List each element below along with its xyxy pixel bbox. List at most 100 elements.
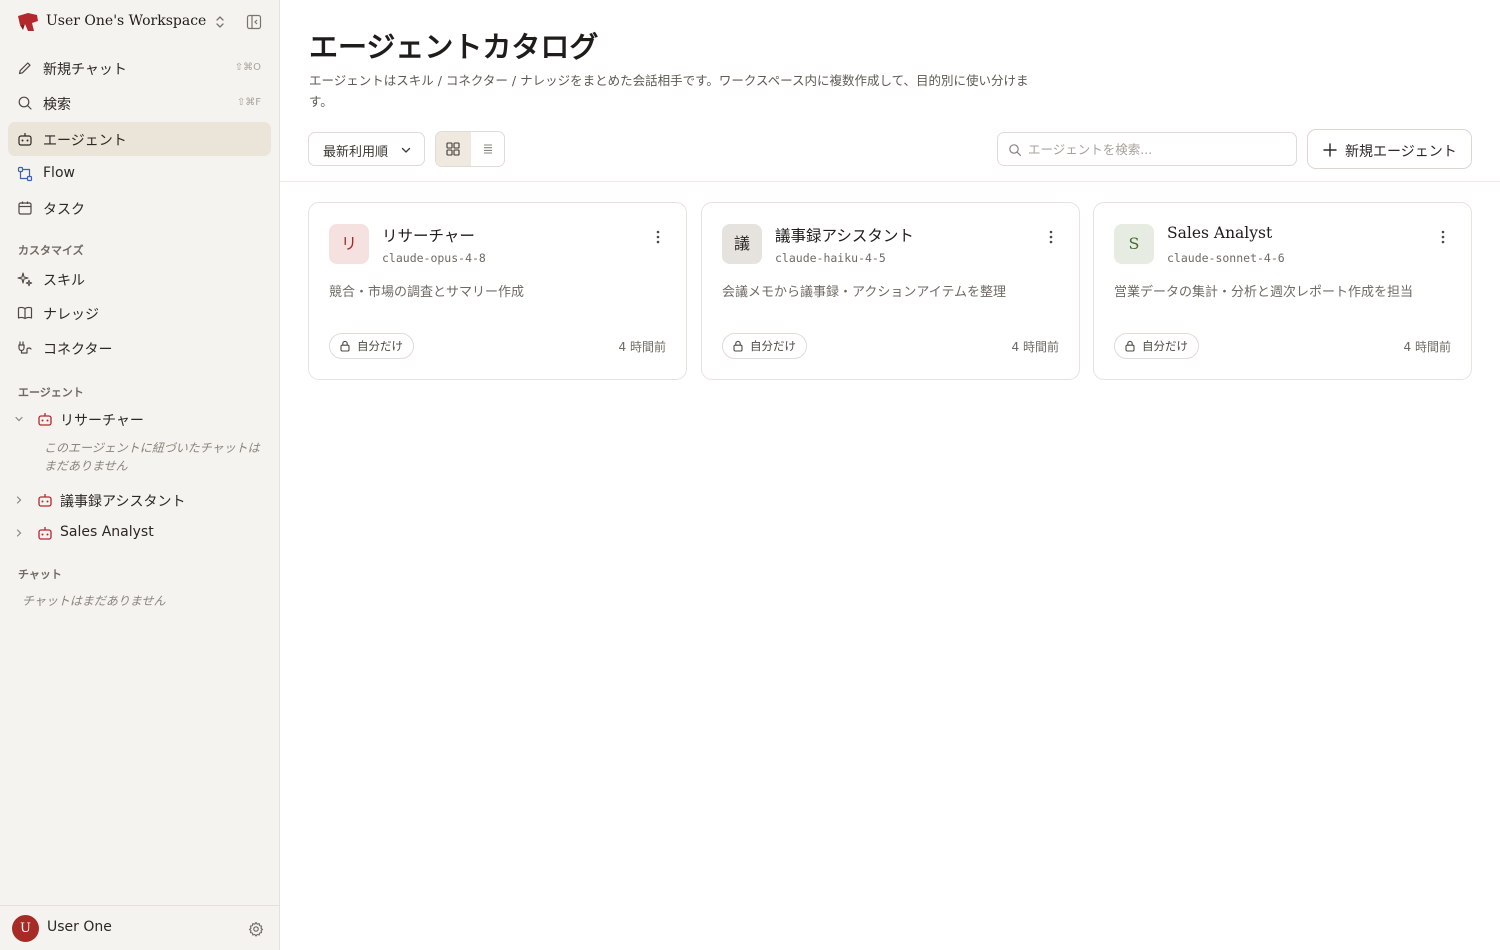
section-agents: エージェント [18,386,84,399]
flow-icon [17,166,33,182]
chevron-up-down-icon[interactable] [213,14,227,30]
nav-tasks[interactable]: タスク [8,191,271,225]
view-toggle [435,131,505,167]
list-view-button[interactable] [471,132,504,166]
agent-search [997,132,1297,166]
nav-agents-label: エージェント [43,133,127,149]
agent-name: リサーチャー [382,227,475,245]
grid-icon [446,142,460,156]
agent-model: claude-haiku-4-5 [775,251,886,265]
robot-icon [38,413,52,426]
agent-card[interactable]: S Sales Analyst claude-sonnet-4-6 営業データの集計・… [1093,202,1472,380]
nav-new-chat[interactable]: 新規チャット ⇧⌘O [8,51,271,85]
agent-avatar: 議 [722,224,762,264]
nav-agents[interactable]: エージェント [8,122,271,156]
robot-icon [38,527,52,540]
nav-connectors-label: コネクター [43,342,113,358]
agent-description: 会議メモから議事録・アクションアイテムを整理 [722,285,1007,300]
nav-flow[interactable]: Flow [8,157,271,191]
nav-skills-label: スキル [43,273,85,289]
agent-name: Sales Analyst [1167,224,1273,242]
sidebar-agent-minutes-assistant[interactable]: 議事録アシスタント [8,486,271,514]
list-icon [484,144,492,154]
agent-empty-chats-note: このエージェントに紐づいたチャットはまだありません [44,441,260,473]
avatar: U [12,915,39,942]
updated-time: 4 時間前 [618,340,666,354]
sidebar: User One's Workspace 新規チャット ⇧⌘O 検索 ⇧⌘F エ… [0,0,280,950]
sidebar-agent-sales-analyst[interactable]: Sales Analyst [8,519,271,547]
nav-flow-label: Flow [43,165,75,181]
divider [280,181,1500,182]
chevron-right-icon[interactable] [13,494,25,506]
nav-search[interactable]: 検索 ⇧⌘F [8,86,271,120]
workspace-switcher[interactable]: User One's Workspace [0,0,279,44]
agent-model: claude-opus-4-8 [382,251,486,265]
nav-skills[interactable]: スキル [8,262,271,296]
section-chats: チャット [18,568,62,581]
nav-new-chat-shortcut: ⇧⌘O [234,62,261,73]
robot-icon [38,494,52,507]
lock-icon [1125,340,1135,352]
visibility-label: 自分だけ [1142,339,1188,353]
agent-avatar: リ [329,224,369,264]
agent-name: 議事録アシスタント [775,227,914,245]
lock-icon [733,340,743,352]
pencil-icon [18,62,31,75]
robot-icon [18,133,32,146]
user-name: User One [47,919,112,935]
sidebar-agent-label: 議事録アシスタント [60,494,186,510]
chevron-down-icon[interactable] [13,413,25,425]
workspace-logo-icon [18,13,38,31]
sort-select[interactable]: 最新利用順 [308,132,425,166]
visibility-label: 自分だけ [750,339,796,353]
visibility-badge: 自分だけ [329,333,414,359]
main-content: エージェントカタログ エージェントはスキル / コネクター / ナレッジをまとめ… [280,0,1500,950]
plug-icon [18,341,32,354]
workspace-name: User One's Workspace [46,13,207,29]
gear-icon[interactable] [248,921,264,937]
more-vertical-icon[interactable] [1043,229,1059,245]
agent-avatar: S [1114,224,1154,264]
chevron-right-icon[interactable] [13,527,25,539]
sidebar-agent-researcher[interactable]: リサーチャー [8,405,271,433]
updated-time: 4 時間前 [1403,340,1451,354]
agent-card[interactable]: 議議事録アシスタント claude-haiku-4-5 会議メモから議事録・アクショ… [701,202,1080,380]
visibility-badge: 自分だけ [722,333,807,359]
user-menu[interactable]: U User One [0,905,279,950]
chevron-down-icon [401,147,411,153]
new-agent-button[interactable]: 新規エージェント [1307,129,1472,169]
nav-connectors[interactable]: コネクター [8,331,271,365]
nav-new-chat-label: 新規チャット [43,62,127,78]
nav-tasks-label: タスク [43,202,85,218]
more-vertical-icon[interactable] [650,229,666,245]
page-description: エージェントはスキル / コネクター / ナレッジをまとめた会話相手です。ワーク… [309,73,1029,109]
nav-search-label: 検索 [43,97,71,113]
section-customize: カスタマイズ [18,244,84,257]
plus-icon [1323,143,1337,157]
nav-search-shortcut: ⇧⌘F [236,97,261,108]
grid-view-button[interactable] [436,132,471,166]
agent-model: claude-sonnet-4-6 [1167,251,1285,265]
search-icon [1009,144,1022,157]
book-icon [17,306,33,320]
calendar-icon [18,201,32,215]
search-input[interactable] [1028,134,1288,164]
more-vertical-icon[interactable] [1435,229,1451,245]
visibility-label: 自分だけ [357,339,403,353]
collapse-sidebar-icon[interactable] [246,14,262,30]
page-title: エージェントカタログ [309,30,599,64]
agent-card[interactable]: リリサーチャー claude-opus-4-8 競合・市場の調査とサマリー作成自分だ… [308,202,687,380]
search-icon [18,96,32,110]
sidebar-agent-label: Sales Analyst [60,524,154,540]
sparkle-icon [17,272,33,287]
lock-icon [340,340,350,352]
new-agent-label: 新規エージェント [1345,144,1457,160]
updated-time: 4 時間前 [1011,340,1059,354]
agent-description: 競合・市場の調査とサマリー作成 [329,285,525,300]
chats-empty-note: チャットはまだありません [22,594,166,608]
sidebar-agent-label: リサーチャー [60,413,144,429]
nav-knowledge[interactable]: ナレッジ [8,296,271,330]
agent-description: 営業データの集計・分析と週次レポート作成を担当 [1114,285,1414,300]
sort-select-value: 最新利用順 [323,145,389,160]
visibility-badge: 自分だけ [1114,333,1199,359]
